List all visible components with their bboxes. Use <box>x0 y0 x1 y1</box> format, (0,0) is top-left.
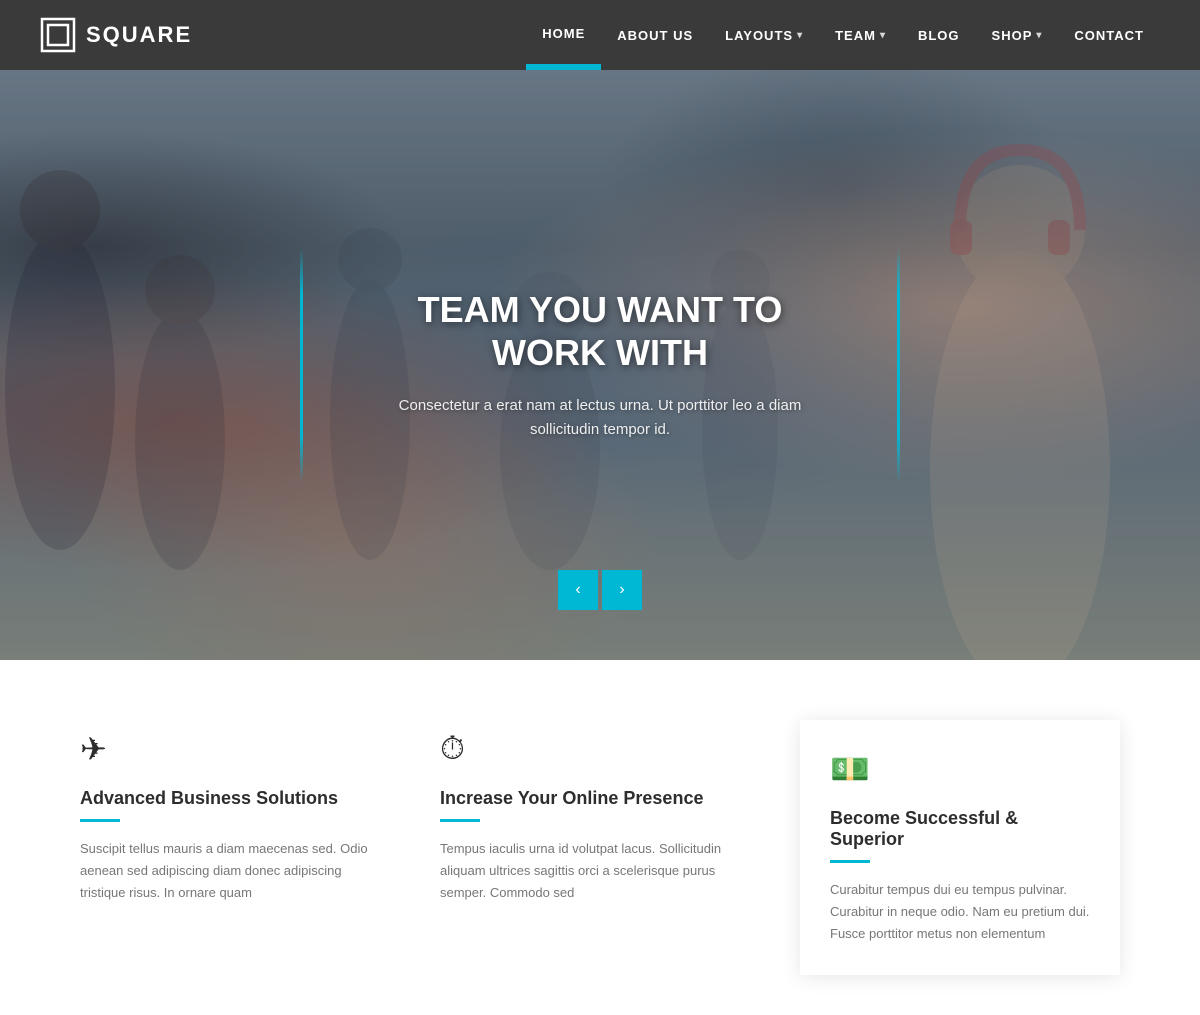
nav-item-shop[interactable]: SHOP ▾ <box>976 0 1059 70</box>
hero-next-button[interactable]: › <box>602 570 642 610</box>
hero-subtitle: Consectetur a erat nam at lectus urna. U… <box>390 394 810 442</box>
nav-menu: HOME ABOUT US LAYOUTS ▾ TEAM ▾ BLOG SHOP… <box>526 0 1160 70</box>
feature-title-3: Become Successful & Superior <box>830 808 1090 850</box>
chevron-down-icon: ▾ <box>880 30 886 41</box>
nav-item-home[interactable]: HOME <box>526 0 601 70</box>
logo-text: SQUARE <box>86 22 192 48</box>
nav-item-team[interactable]: TEAM ▾ <box>819 0 902 70</box>
hero-title: TEAM YOU WANT TO WORK WITH <box>390 288 810 374</box>
logo[interactable]: SQUARE <box>40 17 192 53</box>
hero-border-left <box>300 248 303 482</box>
feature-title-1: Advanced Business Solutions <box>80 788 380 809</box>
feature-item-1: ✈ Advanced Business Solutions Suscipit t… <box>80 720 400 975</box>
feature-divider-3 <box>830 860 870 863</box>
feature-item-2: ⏱ Increase Your Online Presence Tempus i… <box>440 720 760 975</box>
feature-text-2: Tempus iaculis urna id volutpat lacus. S… <box>440 838 740 904</box>
hero-content: TEAM YOU WANT TO WORK WITH Consectetur a… <box>340 248 860 482</box>
money-icon: 💵 <box>830 750 1090 788</box>
feature-title-2: Increase Your Online Presence <box>440 788 740 809</box>
nav-item-layouts[interactable]: LAYOUTS ▾ <box>709 0 819 70</box>
feature-divider-2 <box>440 819 480 822</box>
nav-item-about[interactable]: ABOUT US <box>601 0 709 70</box>
hero-arrows: ‹ › <box>558 570 642 610</box>
clock-icon: ⏱ <box>440 730 740 768</box>
logo-icon <box>40 17 76 53</box>
chevron-down-icon: ▾ <box>797 30 803 41</box>
airplane-icon: ✈ <box>80 730 380 768</box>
feature-item-3: 💵 Become Successful & Superior Curabitur… <box>800 720 1120 975</box>
navbar: SQUARE HOME ABOUT US LAYOUTS ▾ TEAM ▾ BL… <box>0 0 1200 70</box>
nav-item-blog[interactable]: BLOG <box>902 0 976 70</box>
features-section: ✈ Advanced Business Solutions Suscipit t… <box>0 660 1200 1015</box>
feature-divider-1 <box>80 819 120 822</box>
hero-prev-button[interactable]: ‹ <box>558 570 598 610</box>
hero-section: TEAM YOU WANT TO WORK WITH Consectetur a… <box>0 70 1200 660</box>
feature-text-1: Suscipit tellus mauris a diam maecenas s… <box>80 838 380 904</box>
feature-text-3: Curabitur tempus dui eu tempus pulvinar.… <box>830 879 1090 945</box>
nav-item-contact[interactable]: CONTACT <box>1058 0 1160 70</box>
hero-border-right <box>897 248 900 482</box>
chevron-down-icon: ▾ <box>1036 30 1042 41</box>
